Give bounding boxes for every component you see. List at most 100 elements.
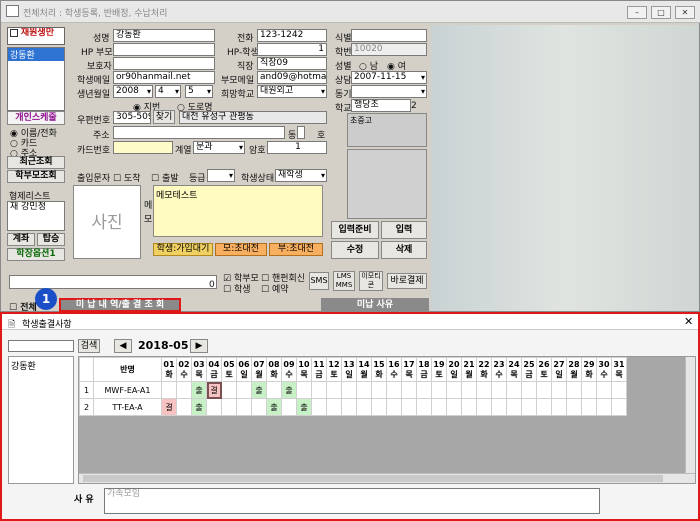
- attendance-cell[interactable]: [236, 398, 252, 416]
- attendance-cell[interactable]: [536, 398, 552, 416]
- consult-date-select[interactable]: 2007-11-15: [351, 71, 427, 84]
- attendance-cell[interactable]: 결: [161, 398, 177, 416]
- unpaid-attendance-tab[interactable]: 미 납 내 역/출 결 조 회: [59, 298, 181, 312]
- dong-field[interactable]: [297, 126, 305, 139]
- attendance-cell[interactable]: [521, 398, 537, 416]
- attendance-cell[interactable]: [461, 398, 477, 416]
- maximize-icon[interactable]: □: [651, 6, 671, 19]
- parent-search-button[interactable]: 학부모조회: [7, 170, 65, 183]
- attendance-cell[interactable]: [281, 398, 297, 416]
- hope-school-select[interactable]: 대원외고: [257, 85, 327, 98]
- attendance-cell[interactable]: [506, 398, 522, 416]
- attendance-cell[interactable]: [476, 398, 492, 416]
- table-row[interactable]: 1 MWF-EA-A1 출 결 출 출: [79, 381, 627, 399]
- attendance-cell[interactable]: [401, 398, 417, 416]
- vertical-scrollbar[interactable]: [685, 357, 695, 473]
- hp-student-field[interactable]: 1: [257, 43, 327, 56]
- attendance-cell[interactable]: [251, 398, 267, 416]
- address-field[interactable]: [113, 126, 285, 139]
- attendance-cell[interactable]: [611, 398, 627, 416]
- search-button[interactable]: 검색: [78, 339, 100, 353]
- attendance-cell[interactable]: [386, 381, 402, 399]
- attendance-cell[interactable]: [221, 398, 237, 416]
- sms-text-field[interactable]: [9, 275, 217, 289]
- attendance-cell[interactable]: [206, 398, 222, 416]
- card-field[interactable]: [113, 141, 173, 154]
- attendance-cell[interactable]: 출: [191, 381, 207, 399]
- attendance-cell[interactable]: [296, 381, 312, 399]
- attendance-cell[interactable]: [161, 381, 177, 399]
- student-checkbox[interactable]: ☐ 학생: [223, 282, 251, 295]
- guardian-field[interactable]: [113, 57, 215, 70]
- prepare-button[interactable]: 입력준비: [331, 221, 379, 239]
- grade-list[interactable]: 초중고: [347, 113, 427, 147]
- schedule-button[interactable]: 개인스케줄: [7, 111, 65, 125]
- attendance-cell[interactable]: [551, 381, 567, 399]
- attendance-cell[interactable]: [551, 398, 567, 416]
- next-month-button[interactable]: ▶: [190, 339, 208, 353]
- table-row[interactable]: 2 TT-EA-A 결 출 출 출: [79, 398, 627, 416]
- attendance-cell[interactable]: [236, 381, 252, 399]
- attendance-cell[interactable]: [371, 381, 387, 399]
- active-only-checkbox[interactable]: [10, 28, 18, 37]
- attendance-cell[interactable]: [221, 381, 237, 399]
- input-button[interactable]: 입력: [381, 221, 427, 239]
- zip-field[interactable]: 305-509: [113, 111, 151, 124]
- reason-field[interactable]: 가족모임: [104, 488, 600, 514]
- dialog-close-icon[interactable]: ✕: [684, 315, 693, 328]
- extra-option-button[interactable]: 학장옵션1: [7, 248, 65, 261]
- attendance-cell[interactable]: [491, 381, 507, 399]
- attendance-cell[interactable]: [356, 381, 372, 399]
- close-icon[interactable]: ✕: [675, 6, 695, 19]
- sibling-list[interactable]: 재 강민정: [7, 201, 65, 231]
- birth-year-select[interactable]: 2008: [113, 85, 153, 98]
- minimize-icon[interactable]: –: [627, 6, 647, 19]
- pay-now-button[interactable]: 바로결제: [387, 273, 427, 289]
- job-field[interactable]: 직장09: [257, 57, 327, 70]
- attendance-cell[interactable]: [476, 381, 492, 399]
- attendance-cell[interactable]: 출: [266, 398, 282, 416]
- sms-button[interactable]: SMS: [309, 272, 329, 290]
- attendance-cell[interactable]: [461, 381, 477, 399]
- school-field[interactable]: 행당초: [351, 99, 411, 112]
- attendance-cell[interactable]: [431, 381, 447, 399]
- status-select[interactable]: 재학생: [275, 169, 327, 182]
- birth-month-select[interactable]: 4: [155, 85, 181, 98]
- attendance-cell[interactable]: [536, 381, 552, 399]
- memo-field[interactable]: 메모테스트: [153, 185, 323, 237]
- attendance-cell[interactable]: [581, 381, 597, 399]
- attendance-cell[interactable]: [611, 381, 627, 399]
- student-list-panel[interactable]: 강동환: [8, 356, 74, 484]
- attendance-cell[interactable]: [581, 398, 597, 416]
- edit-button[interactable]: 수정: [331, 241, 379, 259]
- email-field[interactable]: or90hanmail.net: [113, 71, 215, 84]
- attendance-cell[interactable]: [371, 398, 387, 416]
- attendance-cell[interactable]: 결: [206, 381, 222, 399]
- list-item[interactable]: 강동환: [9, 357, 73, 374]
- attendance-cell[interactable]: [401, 381, 417, 399]
- attendance-cell[interactable]: [431, 398, 447, 416]
- attendance-cell[interactable]: [386, 398, 402, 416]
- attendance-cell[interactable]: 출: [251, 381, 267, 399]
- photo-box[interactable]: 사진: [73, 185, 141, 259]
- delete-button[interactable]: 삭제: [381, 241, 427, 259]
- birth-day-select[interactable]: 5: [185, 85, 213, 98]
- motive-select[interactable]: [351, 85, 427, 98]
- id-field[interactable]: [351, 29, 427, 42]
- scroll-thumb[interactable]: [83, 475, 663, 482]
- attendance-cell[interactable]: [596, 381, 612, 399]
- zip-search-button[interactable]: 찾기: [153, 110, 175, 124]
- student-search-field[interactable]: [8, 340, 74, 352]
- lms-button[interactable]: LMS MMS: [333, 271, 355, 291]
- attendance-cell[interactable]: [446, 381, 462, 399]
- reserve-checkbox[interactable]: ☐ 예약: [261, 282, 289, 295]
- attendance-cell[interactable]: [446, 398, 462, 416]
- attendance-cell[interactable]: [356, 398, 372, 416]
- attendance-cell[interactable]: [341, 381, 357, 399]
- attendance-cell[interactable]: [416, 381, 432, 399]
- attendance-cell[interactable]: [491, 398, 507, 416]
- attendance-cell[interactable]: [176, 381, 192, 399]
- hp-parent-field[interactable]: [113, 43, 215, 56]
- attendance-cell[interactable]: [266, 381, 282, 399]
- parent-email-field[interactable]: and09@hotmail.: [257, 71, 327, 84]
